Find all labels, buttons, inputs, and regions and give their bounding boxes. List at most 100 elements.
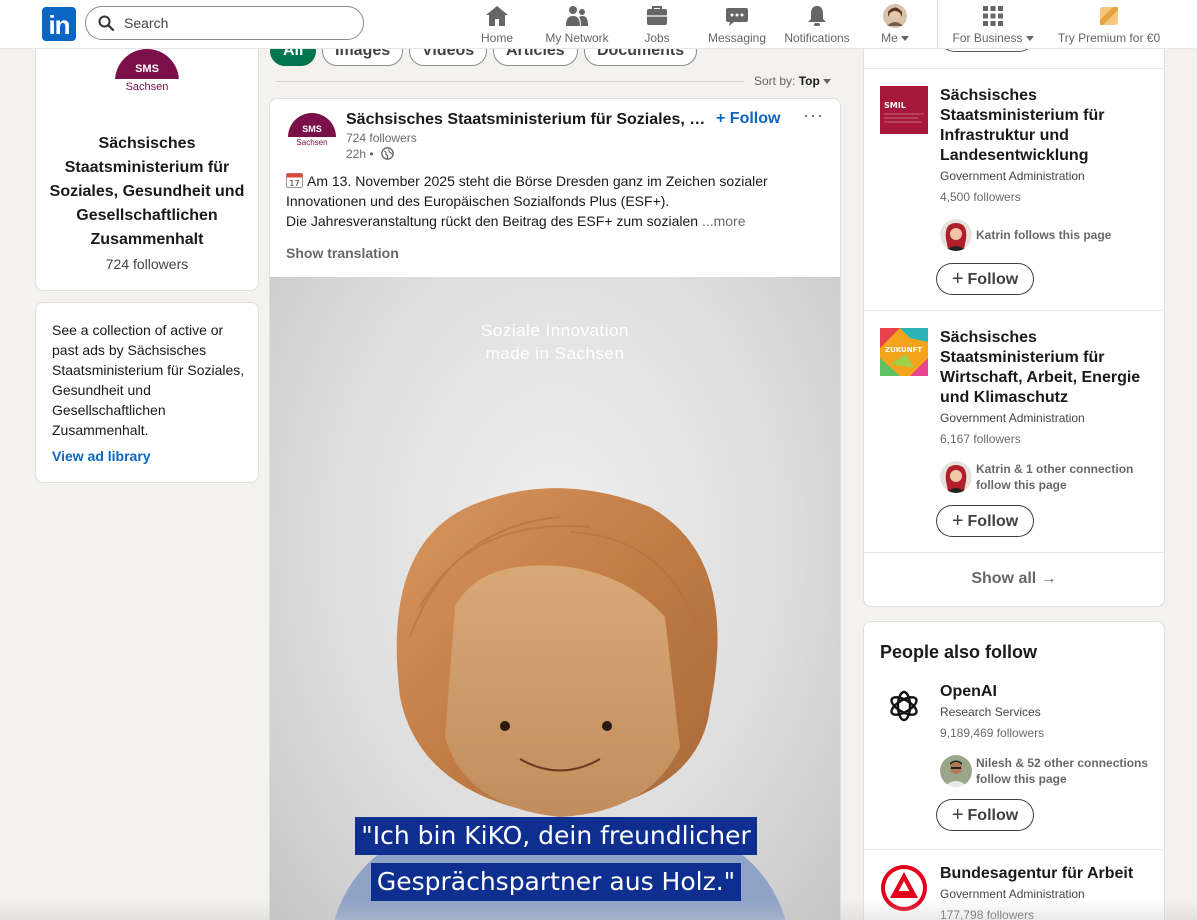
bell-icon <box>808 6 826 26</box>
show-translation-link[interactable]: Show translation <box>286 245 399 261</box>
nav-home[interactable]: Home <box>470 4 524 46</box>
premium-icon <box>1100 7 1118 25</box>
people-also-follow-card: People also follow OpenAI Research Servi… <box>863 621 1165 920</box>
search-box[interactable] <box>85 6 364 40</box>
follow-button[interactable]: + Follow <box>936 799 1034 831</box>
follow-label: Follow <box>967 807 1019 824</box>
logo-text-top: SMS <box>288 113 336 137</box>
zukunft-logo-text: ZUKUNFT <box>885 346 922 354</box>
zukunft-logo[interactable]: ZUKUNFT <box>880 328 928 376</box>
suggestion-industry: Government Administration <box>940 411 1085 425</box>
follow-label: Follow <box>967 271 1019 288</box>
post-body: 17 Am 13. November 2025 steht die Börse … <box>286 171 806 231</box>
ad-library-card: See a collection of active or past ads b… <box>35 302 259 483</box>
plus-icon: + <box>716 110 726 127</box>
connection-avatar <box>940 461 972 493</box>
search-icon <box>98 15 114 31</box>
nav-my-network[interactable]: My Network <box>540 4 614 46</box>
nav-notifications-label: Notifications <box>784 31 850 45</box>
organization-logo[interactable]: SMS Sachsen <box>115 49 179 113</box>
home-icon <box>486 6 508 26</box>
connection-text: Nilesh & 52 other connections follow thi… <box>976 756 1149 786</box>
people-follow-name[interactable]: OpenAI <box>940 682 1150 702</box>
people-also-follow-title: People also follow <box>880 642 1038 662</box>
calendar-icon: 17 <box>286 173 303 188</box>
suggestion-industry: Government Administration <box>940 169 1085 183</box>
suggestion-name[interactable]: Sächsisches Staatsministerium für Infras… <box>940 86 1150 166</box>
people-follow-industry: Research Services <box>940 705 1041 719</box>
network-icon <box>566 6 588 26</box>
plus-icon: + <box>951 804 964 826</box>
suggestion-name[interactable]: Sächsisches Staatsministerium für Wirtsc… <box>940 328 1150 408</box>
video-subtitle-text-1: "Ich bin KiKO, dein freundlicher <box>355 817 757 855</box>
sort-divider <box>276 81 744 82</box>
more-options-icon[interactable]: ··· <box>803 105 824 126</box>
post-timestamp: 22h • <box>346 147 394 161</box>
show-all-button[interactable]: Show all → <box>864 570 1164 588</box>
post-video[interactable]: Soziale Innovation made in Sachsen "Ich … <box>270 277 840 920</box>
smil-logo[interactable]: SMIL <box>880 86 928 134</box>
similar-pages-card: SMIL Sächsisches Staatsministerium für I… <box>863 30 1165 607</box>
chevron-down-icon <box>822 79 831 85</box>
nav-notifications[interactable]: Notifications <box>778 4 856 46</box>
suggestion-followers: 4,500 followers <box>940 190 1021 204</box>
nav-jobs[interactable]: Jobs <box>630 4 684 46</box>
logo-text-bottom: Sachsen <box>125 81 169 93</box>
follow-button[interactable]: + Follow <box>936 505 1034 537</box>
connection-text: Katrin & 1 other connection follow this … <box>976 462 1134 492</box>
svg-text:17: 17 <box>289 179 299 188</box>
post-follow-label: Follow <box>729 110 781 127</box>
globe-icon <box>381 147 394 160</box>
post-follow-button[interactable]: + Follow <box>716 110 780 128</box>
see-more-link[interactable]: ...more <box>702 213 746 229</box>
nav-divider <box>937 0 938 49</box>
sort-by-label: Sort by: <box>754 74 796 88</box>
nav-try-premium[interactable]: Try Premium for €0 <box>1050 4 1168 46</box>
nav-my-network-label: My Network <box>545 31 609 45</box>
organization-followers: 724 followers <box>105 256 189 272</box>
nav-jobs-label: Jobs <box>644 31 670 45</box>
briefcase-icon <box>647 6 667 25</box>
search-input[interactable] <box>124 13 354 33</box>
nav-try-premium-label: Try Premium for €0 <box>1057 31 1161 45</box>
post-author-avatar[interactable]: SMS Sachsen <box>288 113 336 161</box>
connection-avatar <box>940 219 972 251</box>
people-follow-followers: 177,798 followers <box>940 908 1035 920</box>
nav-me[interactable]: Me <box>872 4 918 46</box>
video-subtitle-2: Gesprächspartner aus Holz." <box>270 863 840 901</box>
message-icon <box>726 8 748 26</box>
plus-icon: + <box>951 268 964 290</box>
suggestion-followers: 6,167 followers <box>940 432 1021 446</box>
plus-icon: + <box>951 510 964 532</box>
logo-text-top: SMS <box>115 49 179 79</box>
connection-text: Katrin follows this page <box>976 228 1112 242</box>
post-author-followers: 724 followers <box>346 131 417 145</box>
ad-library-description: See a collection of active or past ads b… <box>52 322 245 438</box>
nav-home-label: Home <box>480 31 513 45</box>
grid-icon <box>983 6 1003 26</box>
top-nav: in Home My Network Jobs <box>0 0 1197 49</box>
nav-for-business-label: For Business <box>952 31 1023 45</box>
connection-avatar <box>940 755 972 787</box>
divider <box>864 552 1164 553</box>
sort-by-dropdown[interactable]: Sort by: Top <box>754 74 831 88</box>
nav-for-business[interactable]: For Business <box>946 4 1040 46</box>
post-body-line-1: Am 13. November 2025 steht die Börse Dre… <box>286 173 768 209</box>
nav-messaging[interactable]: Messaging <box>702 4 772 46</box>
divider <box>864 310 1164 311</box>
video-subtitle-text-2: Gesprächspartner aus Holz." <box>370 863 742 901</box>
bundesagentur-logo[interactable] <box>880 864 928 912</box>
openai-logo[interactable] <box>880 682 928 730</box>
organization-name[interactable]: Sächsisches Staatsministerium für Sozial… <box>46 132 248 252</box>
follow-button[interactable]: + Follow <box>936 263 1034 295</box>
video-subtitle-1: "Ich bin KiKO, dein freundlicher <box>270 817 840 855</box>
people-follow-name[interactable]: Bundesagentur für Arbeit <box>940 864 1150 884</box>
post-author-name[interactable]: Sächsisches Staatsministerium für Sozial… <box>346 111 706 129</box>
nav-me-label: Me <box>881 31 898 45</box>
post-time-text: 22h • <box>346 147 374 161</box>
view-ad-library-link[interactable]: View ad library <box>52 448 151 464</box>
linkedin-logo[interactable]: in <box>42 7 76 41</box>
follow-label: Follow <box>967 513 1019 530</box>
people-follow-followers: 9,189,469 followers <box>940 726 1045 740</box>
logo-text-bottom: Sachsen <box>296 138 328 147</box>
